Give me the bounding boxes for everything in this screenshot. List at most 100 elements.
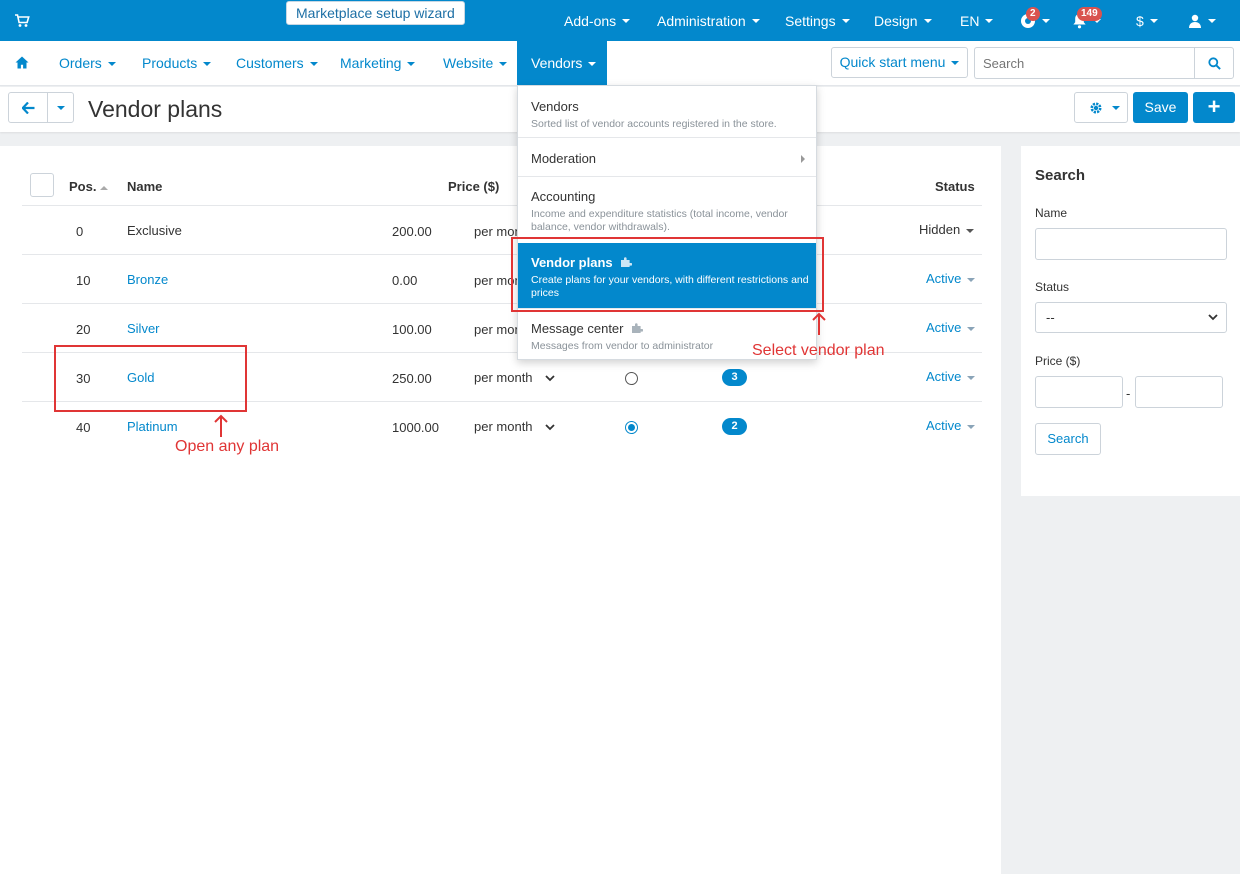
back-button[interactable] (8, 92, 48, 123)
row-period-label: per month (474, 419, 533, 434)
nav-customers[interactable]: Customers (236, 41, 318, 86)
home-icon[interactable] (15, 56, 29, 69)
menu-item-moderation[interactable]: Moderation (518, 138, 816, 177)
chevron-down-icon (107, 62, 116, 67)
menu-item-vendors[interactable]: Vendors Sorted list of vendor accounts r… (518, 86, 816, 138)
row-status[interactable]: Hidden (919, 222, 975, 237)
annotation-highlight-gold (54, 345, 247, 412)
col-name[interactable]: Name (127, 179, 162, 194)
price-to-input[interactable] (1135, 376, 1223, 408)
topnav-user[interactable] (1188, 0, 1216, 41)
marketplace-setup-wizard-button[interactable]: Marketplace setup wizard (286, 1, 465, 25)
sort-asc-icon (100, 185, 109, 190)
default-plan-radio[interactable] (625, 421, 638, 434)
nav-customers-label: Customers (236, 55, 304, 71)
quick-start-menu-label: Quick start menu (839, 54, 946, 70)
help-badge: 2 (1026, 7, 1040, 21)
cart-icon[interactable] (14, 13, 30, 29)
sidebar-search-button[interactable]: Search (1035, 423, 1101, 455)
top-bar: Marketplace setup wizard Add-ons Adminis… (0, 0, 1240, 41)
chevron-down-icon (622, 18, 631, 23)
annotation-highlight-vendor-plans (511, 237, 824, 312)
chevron-down-icon (985, 18, 994, 23)
row-price: 200.00 (392, 224, 432, 239)
topnav-settings-label: Settings (785, 12, 836, 29)
table-row: 10 Bronze 0.00 per mon Active (22, 255, 982, 304)
row-period[interactable]: per month (474, 370, 555, 385)
arrow-left-icon (22, 102, 35, 114)
row-price: 100.00 (392, 322, 432, 337)
annotation-arrow-up-icon (214, 414, 228, 437)
price-from-input[interactable] (1035, 376, 1123, 408)
row-period[interactable]: per month (474, 419, 555, 434)
chevron-down-icon (751, 18, 760, 23)
col-pos[interactable]: Pos. (69, 179, 109, 194)
chevron-down-icon (1149, 18, 1158, 23)
name-label: Name (1035, 206, 1068, 220)
chevron-down-icon (1112, 106, 1120, 110)
row-price: 0.00 (392, 273, 418, 288)
row-status[interactable]: Active (926, 320, 976, 335)
nav-marketing[interactable]: Marketing (340, 41, 416, 86)
row-status[interactable]: Active (926, 418, 976, 433)
menu-item-title: Message center (531, 321, 644, 336)
row-status-label: Active (926, 418, 962, 433)
search-button[interactable] (1194, 47, 1234, 79)
price-range-separator: - (1126, 386, 1131, 401)
row-name-link[interactable]: Silver (127, 321, 160, 336)
row-period[interactable]: per mon (474, 322, 522, 337)
table-row: 0 Exclusive 200.00 per mon Hidden (22, 206, 982, 255)
nav-vendors[interactable]: Vendors (517, 41, 607, 86)
row-status[interactable]: Active (926, 369, 976, 384)
vendors-count-badge[interactable]: 3 (722, 369, 747, 386)
history-dropdown-button[interactable] (47, 92, 74, 123)
chevron-down-icon (966, 228, 975, 233)
annotation-open-any-plan: Open any plan (175, 438, 280, 455)
chevron-down-icon (967, 375, 976, 380)
nav-products[interactable]: Products (142, 41, 212, 86)
save-button[interactable]: Save (1133, 92, 1188, 123)
topnav-design[interactable]: Design (874, 0, 932, 41)
row-status-label: Active (926, 320, 962, 335)
topnav-language-label: EN (960, 12, 980, 29)
topnav-administration[interactable]: Administration (657, 0, 760, 41)
chevron-down-icon (951, 61, 960, 66)
menu-item-accounting[interactable]: Accounting Income and expenditure statis… (518, 177, 816, 239)
topnav-design-label: Design (874, 12, 918, 29)
nav-orders-label: Orders (59, 55, 102, 71)
topnav-currency[interactable]: $ (1136, 0, 1158, 41)
default-plan-radio[interactable] (625, 372, 638, 385)
status-select[interactable]: -- (1035, 302, 1227, 333)
topnav-settings[interactable]: Settings (785, 0, 850, 41)
main-nav: Orders Products Customers Marketing Webs… (0, 41, 1240, 86)
row-status-label: Hidden (919, 222, 961, 237)
menu-item-title: Accounting (531, 189, 596, 204)
nav-orders[interactable]: Orders (59, 41, 116, 86)
notifications-badge: 149 (1077, 7, 1102, 21)
nav-products-label: Products (142, 55, 198, 71)
row-name-link[interactable]: Platinum (127, 419, 178, 434)
row-status-label: Active (926, 271, 962, 286)
quick-start-menu-button[interactable]: Quick start menu (831, 47, 968, 78)
col-price[interactable]: Price ($) (448, 179, 499, 194)
chevron-down-icon (499, 62, 508, 67)
row-status[interactable]: Active (926, 271, 976, 286)
topnav-addons[interactable]: Add-ons (564, 0, 631, 41)
chevron-down-icon (309, 62, 318, 67)
topnav-language[interactable]: EN (960, 0, 994, 41)
row-name-link[interactable]: Bronze (127, 272, 168, 287)
search-input[interactable] (974, 47, 1195, 79)
chevron-down-icon (544, 375, 555, 382)
nav-marketing-label: Marketing (340, 55, 402, 71)
vendors-count-badge[interactable]: 2 (722, 418, 747, 435)
add-plan-button[interactable]: + (1193, 92, 1235, 123)
nav-website[interactable]: Website (443, 41, 508, 86)
settings-gear-button[interactable] (1074, 92, 1128, 123)
name-input[interactable] (1035, 228, 1227, 260)
search-icon (1208, 57, 1221, 70)
chevron-down-icon (203, 62, 212, 67)
nav-website-label: Website (443, 55, 494, 71)
status-label: Status (1035, 280, 1070, 294)
row-pos: 40 (76, 420, 91, 435)
col-status[interactable]: Status (935, 179, 975, 194)
